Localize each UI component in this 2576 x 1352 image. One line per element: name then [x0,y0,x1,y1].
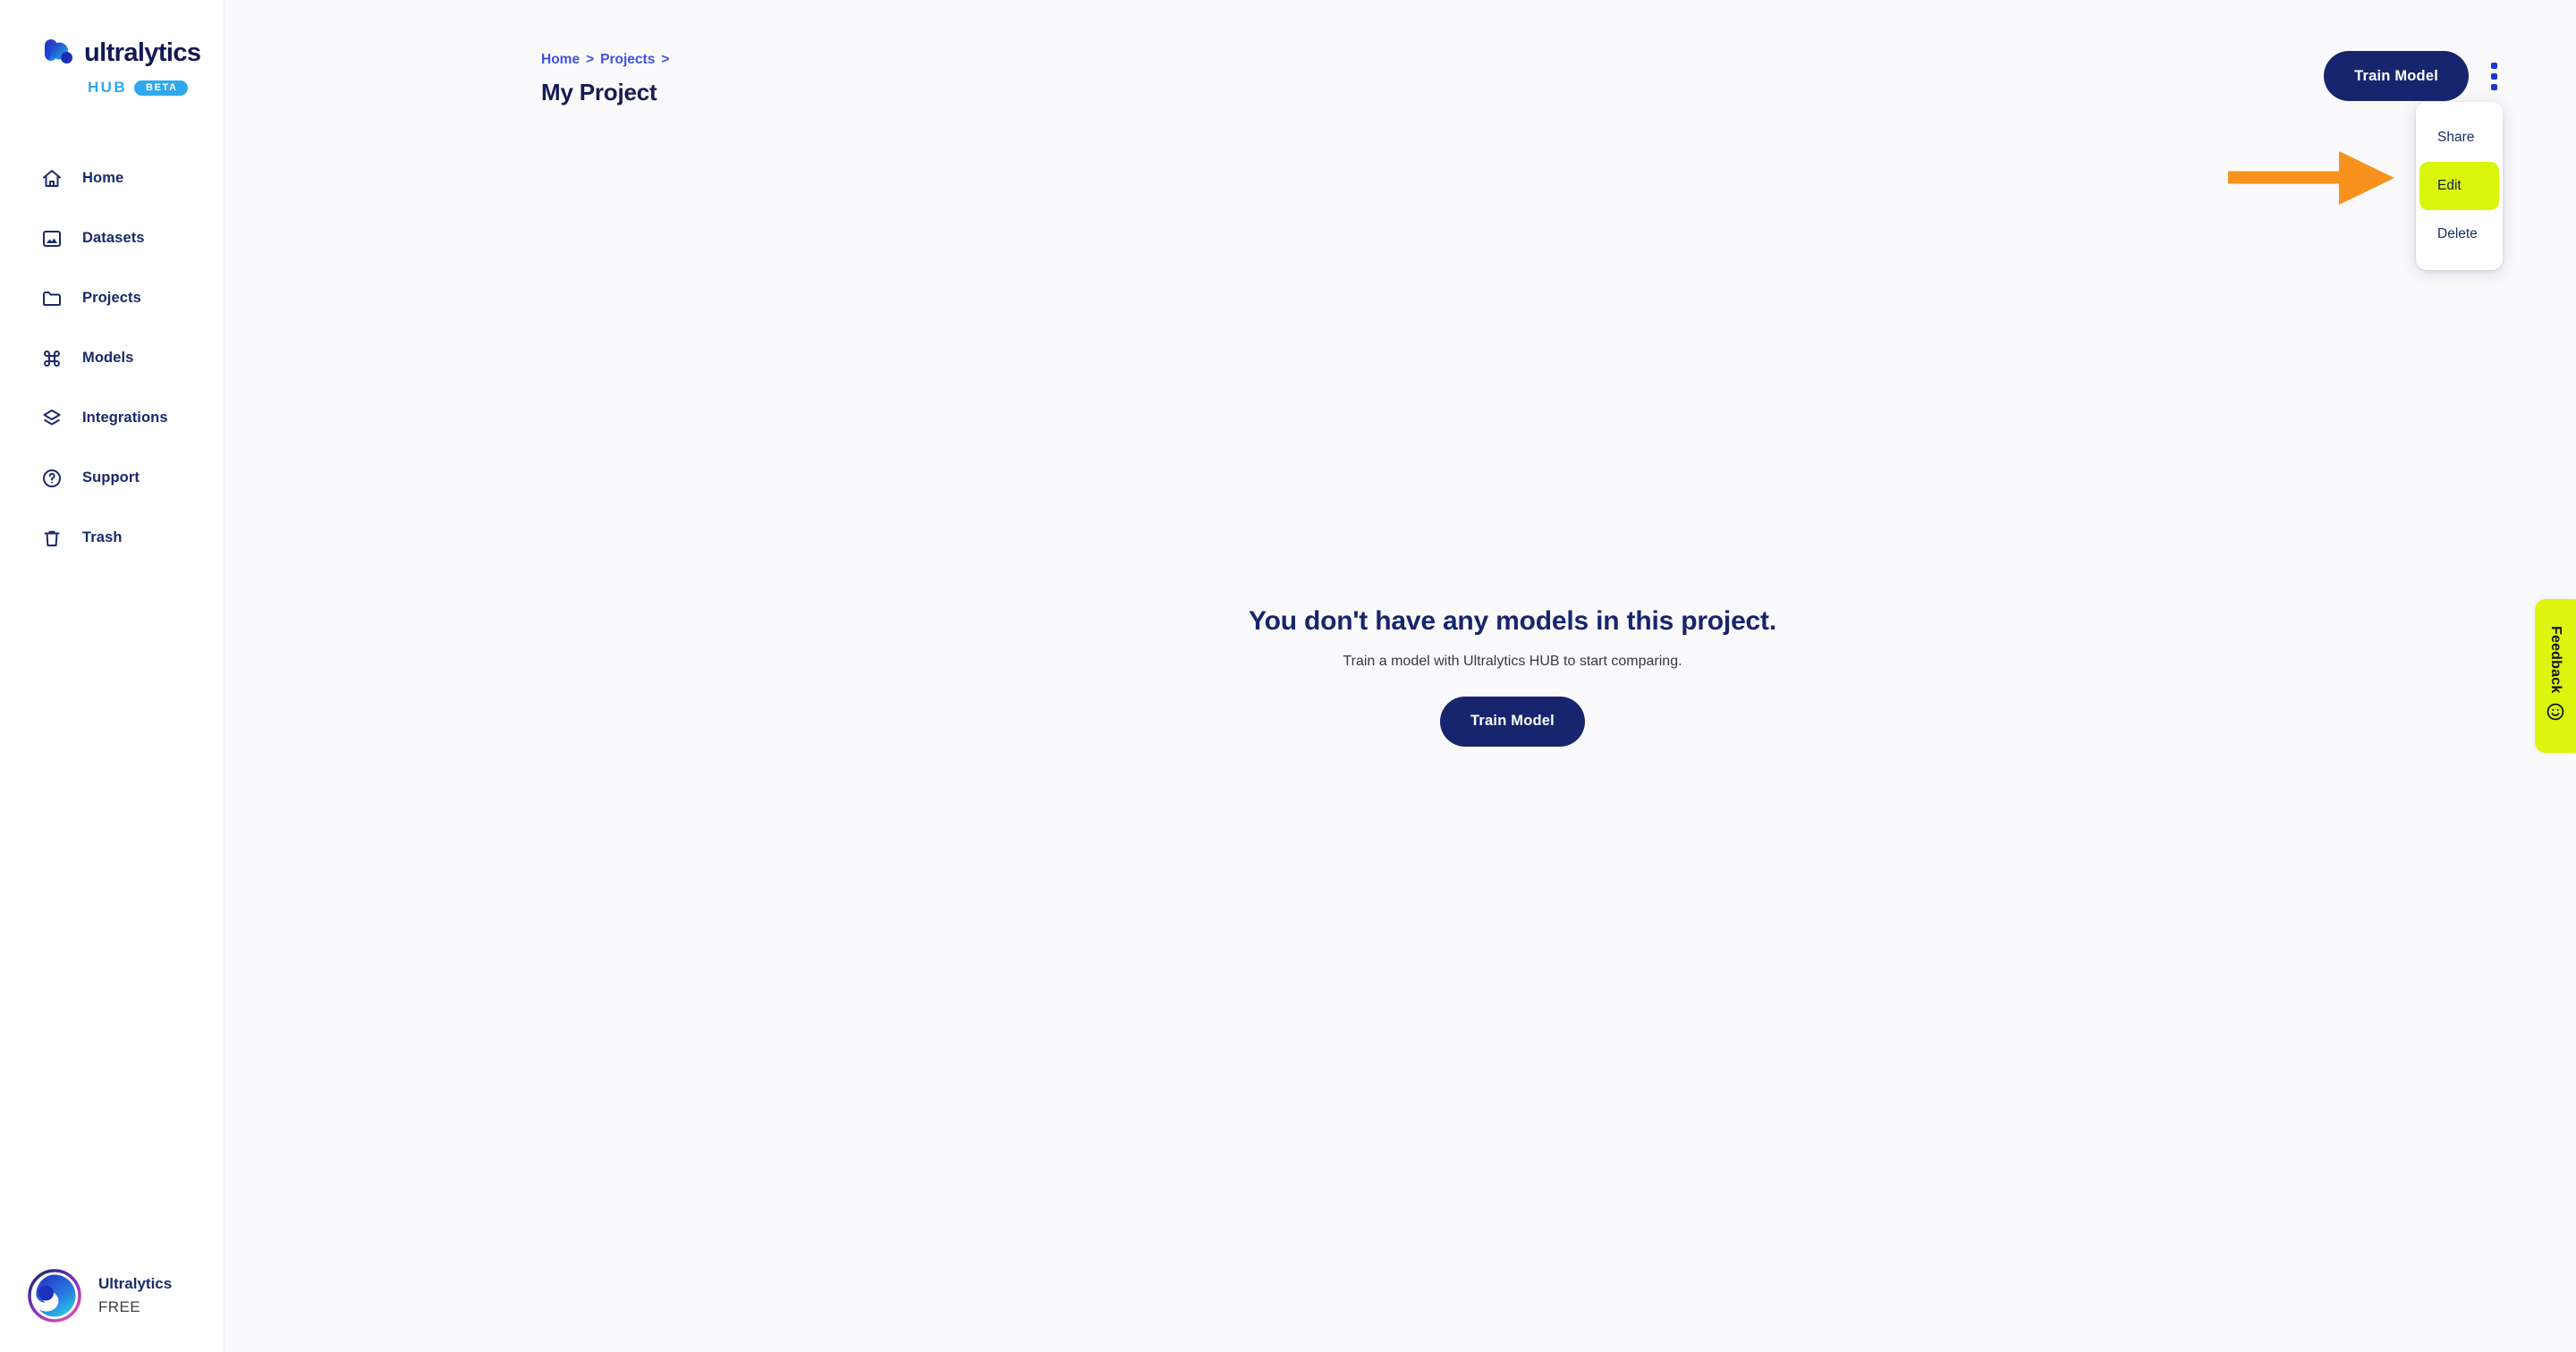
page-title: My Project [541,79,657,106]
empty-state-subtitle: Train a model with Ultralytics HUB to st… [1343,653,1682,669]
sidebar-item-label: Models [82,350,134,366]
right-arrow-annotation-icon [2228,146,2394,215]
kebab-dot [2490,62,2497,69]
sidebar-item-support[interactable]: Support [0,448,224,508]
sidebar-item-projects[interactable]: Projects [0,268,224,328]
sidebar-item-label: Home [82,170,124,186]
beta-badge: BETA [134,80,188,96]
breadcrumb-block: Home > Projects > My Project [541,52,669,106]
context-menu: Share Edit Delete [2416,102,2503,270]
sidebar-item-label: Trash [82,529,123,545]
hub-label: HUB [88,79,128,96]
breadcrumb-separator: > [586,52,595,67]
sidebar-nav: Home Datasets Projects Models Integratio… [0,148,224,568]
smiley-face-icon [2546,702,2565,726]
profile-name: Ultralytics [98,1275,173,1292]
breadcrumb-item-home[interactable]: Home [541,52,580,68]
sidebar-item-label: Projects [82,290,141,306]
breadcrumb: Home > Projects > [541,52,669,68]
brand-logo[interactable]: ultralytics HUB BETA [0,0,224,97]
sidebar-item-label: Datasets [82,230,145,246]
sidebar-item-label: Support [82,469,140,486]
sidebar-item-models[interactable]: Models [0,328,224,388]
kebab-dot [2490,72,2497,80]
layers-icon [40,407,64,430]
empty-state-inner: You don't have any models in this projec… [1249,606,1776,747]
hub-badge-row: HUB BETA [42,79,224,97]
menu-item-share[interactable]: Share [2419,114,2499,162]
sidebar-item-integrations[interactable]: Integrations [0,388,224,448]
profile-plan-badge: FREE [98,1298,140,1315]
top-bar: Home > Projects > My Project Train Model… [225,0,2576,270]
user-profile[interactable]: Ultralytics FREE [0,1239,224,1352]
image-icon [40,227,64,250]
home-icon [40,167,64,190]
sidebar: ultralytics HUB BETA Home Datasets Proje… [0,0,225,1352]
breadcrumb-separator: > [661,52,670,67]
sidebar-item-trash[interactable]: Trash [0,508,224,568]
sidebar-item-home[interactable]: Home [0,148,224,208]
empty-state: You don't have any models in this projec… [225,0,2576,1352]
train-model-button-empty-state[interactable]: Train Model [1440,696,1585,747]
kebab-dot [2490,83,2497,90]
folder-icon [40,287,64,310]
breadcrumb-item-projects[interactable]: Projects [600,52,655,68]
feedback-tab[interactable]: Feedback [2535,599,2576,753]
logo-row: ultralytics [42,36,224,70]
command-icon [40,347,64,370]
main-content: Home > Projects > My Project Train Model… [225,0,2576,1352]
brand-wordmark: ultralytics [84,38,201,67]
avatar [27,1268,82,1323]
profile-text: Ultralytics FREE [98,1275,172,1316]
top-actions: Train Model [2324,51,2509,101]
menu-item-delete[interactable]: Delete [2419,210,2499,258]
sidebar-item-datasets[interactable]: Datasets [0,208,224,268]
sidebar-item-label: Integrations [82,410,168,426]
ultralytics-logo-icon [42,36,76,70]
question-circle-icon [40,467,64,490]
more-vertical-icon[interactable] [2479,51,2509,101]
app-root: ultralytics HUB BETA Home Datasets Proje… [0,0,2576,1352]
trash-icon [40,527,64,550]
train-model-button-header[interactable]: Train Model [2324,51,2469,101]
empty-state-title: You don't have any models in this projec… [1249,605,1776,636]
menu-item-edit[interactable]: Edit [2419,162,2499,210]
feedback-label: Feedback [2548,625,2563,694]
